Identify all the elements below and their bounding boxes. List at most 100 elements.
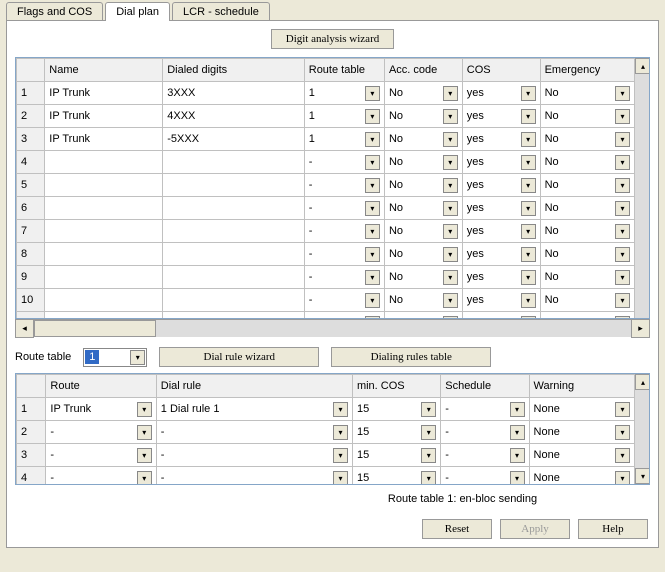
dropdown-icon[interactable]: ▾ <box>365 316 380 320</box>
route-table-select[interactable]: 1 <box>85 350 99 364</box>
cell-dialed[interactable] <box>163 197 305 220</box>
col-name[interactable]: Name <box>45 59 163 82</box>
dropdown-icon[interactable]: ▾ <box>615 86 630 101</box>
cell-route-value[interactable]: - <box>309 156 313 168</box>
dropdown-icon[interactable]: ▾ <box>137 471 152 486</box>
dropdown-icon[interactable]: ▾ <box>521 155 536 170</box>
dropdown-icon[interactable]: ▾ <box>365 155 380 170</box>
col-sched[interactable]: Schedule <box>441 375 529 398</box>
cell-emer-value[interactable]: No <box>545 156 559 168</box>
cell-name[interactable] <box>45 197 163 220</box>
cell-warn-value[interactable]: None <box>534 426 560 438</box>
apply-button[interactable]: Apply <box>500 519 570 539</box>
dropdown-icon[interactable]: ▾ <box>521 86 536 101</box>
cell-cos-value[interactable]: yes <box>467 133 484 145</box>
dropdown-icon[interactable]: ▾ <box>365 293 380 308</box>
routes-grid[interactable]: Route Dial rule min. COS Schedule Warnin… <box>16 374 635 485</box>
dropdown-icon[interactable]: ▾ <box>615 132 630 147</box>
cell-warn-value[interactable]: None <box>534 449 560 461</box>
dropdown-icon[interactable]: ▾ <box>137 425 152 440</box>
table-row[interactable]: 5-▾No▾yes▾No▾ <box>17 174 635 197</box>
dropdown-icon[interactable]: ▾ <box>443 132 458 147</box>
dropdown-icon[interactable]: ▾ <box>421 425 436 440</box>
cell-acc-value[interactable]: No <box>389 133 403 145</box>
cell-cos-value[interactable]: yes <box>467 110 484 122</box>
cell-mincos-value[interactable]: 15 <box>357 403 369 415</box>
col-route[interactable]: Route table <box>304 59 384 82</box>
cell-route-value[interactable]: - <box>309 202 313 214</box>
dropdown-icon[interactable]: ▾ <box>615 247 630 262</box>
dropdown-icon[interactable]: ▾ <box>421 471 436 486</box>
tab-dialplan[interactable]: Dial plan <box>105 2 170 21</box>
dropdown-icon[interactable]: ▾ <box>137 402 152 417</box>
cell-dialrule-value[interactable]: - <box>161 472 165 484</box>
scroll-up-icon[interactable]: ▴ <box>635 58 650 74</box>
cell-name[interactable] <box>45 151 163 174</box>
dropdown-icon[interactable]: ▾ <box>443 178 458 193</box>
table-row[interactable]: 8-▾No▾yes▾No▾ <box>17 243 635 266</box>
table-row[interactable]: 11-▾No▾yes▾No▾ <box>17 312 635 320</box>
cell-emer-value[interactable]: No <box>545 317 559 319</box>
cell-dialed[interactable]: 3XXX <box>163 82 305 105</box>
cell-emer-value[interactable]: No <box>545 133 559 145</box>
cell-emer-value[interactable]: No <box>545 110 559 122</box>
cell-dialed[interactable] <box>163 243 305 266</box>
cell-emer-value[interactable]: No <box>545 248 559 260</box>
cell-name[interactable]: IP Trunk <box>45 105 163 128</box>
dropdown-icon[interactable]: ▾ <box>421 402 436 417</box>
cell-cos-value[interactable]: yes <box>467 202 484 214</box>
cell-route-value[interactable]: 1 <box>309 87 315 99</box>
scroll-up-icon[interactable]: ▴ <box>635 374 650 390</box>
cell-cos-value[interactable]: yes <box>467 225 484 237</box>
cell-route-value[interactable]: - <box>309 179 313 191</box>
cell-acc-value[interactable]: No <box>389 202 403 214</box>
cell-name[interactable] <box>45 243 163 266</box>
table-row[interactable]: 2-▾-▾15▾-▾None▾ <box>17 421 635 444</box>
cell-name[interactable]: IP Trunk <box>45 128 163 151</box>
table-row[interactable]: 7-▾No▾yes▾No▾ <box>17 220 635 243</box>
cell-acc-value[interactable]: No <box>389 271 403 283</box>
cell-dialed[interactable] <box>163 312 305 320</box>
cell-cos-value[interactable]: yes <box>467 294 484 306</box>
cell-route-value[interactable]: - <box>309 225 313 237</box>
dialplan-grid[interactable]: Name Dialed digits Route table Acc. code… <box>16 58 635 319</box>
col-warn[interactable]: Warning <box>529 375 634 398</box>
cell-route-value[interactable]: 1 <box>309 133 315 145</box>
dropdown-icon[interactable]: ▾ <box>421 448 436 463</box>
cell-cos-value[interactable]: yes <box>467 156 484 168</box>
scroll-down-icon[interactable]: ▾ <box>635 468 650 484</box>
dropdown-icon[interactable]: ▾ <box>521 293 536 308</box>
vscroll2[interactable]: ▴ ▾ <box>635 374 649 484</box>
cell-dialrule-value[interactable]: 1 Dial rule 1 <box>161 403 220 415</box>
dropdown-icon[interactable]: ▾ <box>521 316 536 320</box>
dropdown-icon[interactable]: ▾ <box>615 178 630 193</box>
dropdown-icon[interactable]: ▾ <box>365 224 380 239</box>
dropdown-icon[interactable]: ▾ <box>443 155 458 170</box>
dropdown-icon[interactable]: ▾ <box>365 86 380 101</box>
cell-sched-value[interactable]: - <box>445 403 449 415</box>
dropdown-icon[interactable]: ▾ <box>521 132 536 147</box>
cell-acc-value[interactable]: No <box>389 294 403 306</box>
dropdown-icon[interactable]: ▾ <box>443 270 458 285</box>
cell-sched-value[interactable]: - <box>445 426 449 438</box>
dropdown-icon[interactable]: ▾ <box>365 178 380 193</box>
cell-route2-value[interactable]: - <box>50 449 54 461</box>
col-dialed[interactable]: Dialed digits <box>163 59 305 82</box>
dropdown-icon[interactable]: ▾ <box>137 448 152 463</box>
col-acc[interactable]: Acc. code <box>384 59 462 82</box>
table-row[interactable]: 2IP Trunk4XXX1▾No▾yes▾No▾ <box>17 105 635 128</box>
cell-cos-value[interactable]: yes <box>467 179 484 191</box>
dropdown-icon[interactable]: ▾ <box>365 247 380 262</box>
dropdown-icon[interactable]: ▾ <box>615 316 630 320</box>
cell-route2-value[interactable]: - <box>50 472 54 484</box>
dropdown-icon[interactable]: ▾ <box>615 109 630 124</box>
cell-dialed[interactable]: -5XXX <box>163 128 305 151</box>
cell-emer-value[interactable]: No <box>545 294 559 306</box>
cell-dialed[interactable] <box>163 289 305 312</box>
dropdown-icon[interactable]: ▾ <box>443 201 458 216</box>
dropdown-icon[interactable]: ▾ <box>521 224 536 239</box>
table-row[interactable]: 3IP Trunk-5XXX1▾No▾yes▾No▾ <box>17 128 635 151</box>
cell-warn-value[interactable]: None <box>534 403 560 415</box>
cell-emer-value[interactable]: No <box>545 87 559 99</box>
table-row[interactable]: 1IP Trunk▾1 Dial rule 1▾15▾-▾None▾ <box>17 398 635 421</box>
